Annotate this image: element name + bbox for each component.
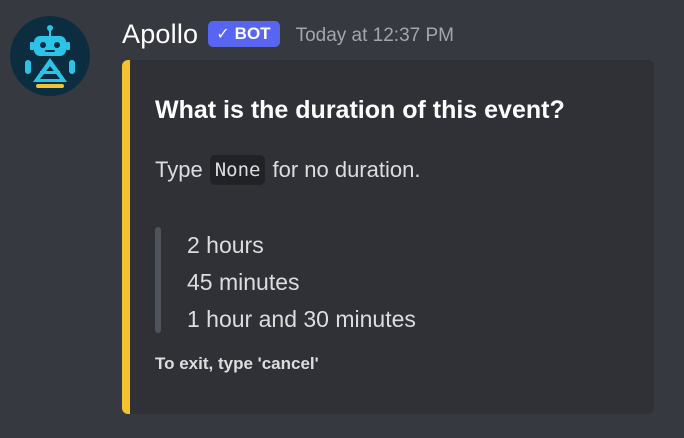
- timestamp[interactable]: Today at 12:37 PM: [296, 25, 454, 47]
- embed: What is the duration of this event? Type…: [122, 60, 654, 414]
- avatar[interactable]: [10, 16, 90, 96]
- description-text-after: for no duration.: [272, 157, 421, 182]
- description-text-before: Type: [155, 157, 203, 182]
- blockquote: 2 hours 45 minutes 1 hour and 30 minutes: [155, 227, 416, 338]
- embed-description: Type None for no duration.: [155, 155, 420, 185]
- blockquote-bar: [155, 227, 161, 333]
- embed-footer: To exit, type 'cancel': [155, 354, 319, 373]
- message-header: Apollo ✓ BOT Today at 12:37 PM: [122, 14, 454, 54]
- inline-code: None: [209, 155, 266, 185]
- example-line: 45 minutes: [187, 269, 300, 295]
- bot-tag: ✓ BOT: [208, 21, 280, 47]
- embed-title: What is the duration of this event?: [155, 96, 565, 124]
- verified-check-icon: ✓: [216, 26, 230, 43]
- example-line: 2 hours: [187, 232, 264, 258]
- bot-tag-label: BOT: [234, 24, 271, 43]
- robot-avatar-icon: [25, 25, 75, 88]
- username[interactable]: Apollo: [122, 19, 198, 50]
- example-line: 1 hour and 30 minutes: [187, 306, 416, 332]
